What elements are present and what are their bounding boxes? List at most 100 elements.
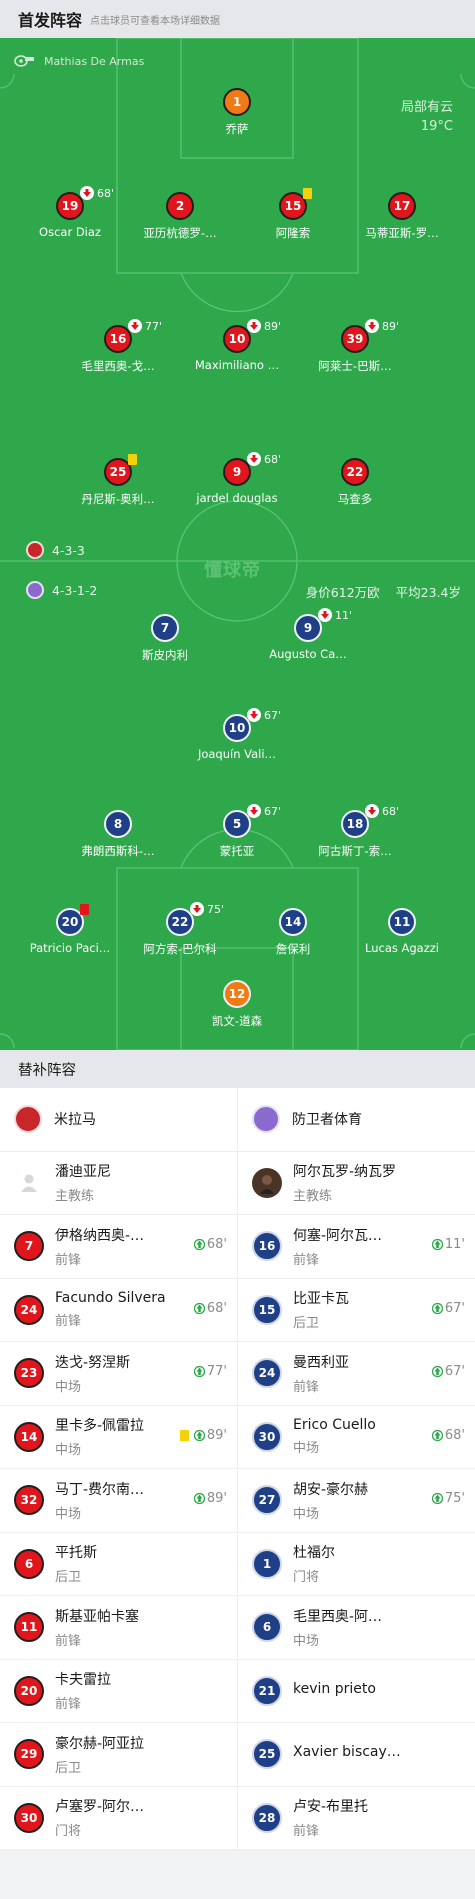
bench-row: 29 豪尔赫-阿亚拉 后卫 25 Xavier biscay… [0, 1723, 475, 1787]
sub-out-icon [247, 319, 261, 333]
sub-out-icon [247, 452, 261, 466]
player-position: 前锋 [293, 1379, 320, 1395]
away-player[interactable]: 10 67' Joaquín Vali… [172, 708, 302, 761]
bench-row: 32 马丁-费尔南… 中场 89' 27 胡安-豪尔赫 中场 75' [0, 1469, 475, 1533]
home-sub-player[interactable]: 24 Facundo Silvera 前锋 68' [0, 1279, 237, 1342]
player-name: 乔萨 [225, 122, 249, 136]
player-number: 6 [14, 1548, 44, 1579]
player-position: 前锋 [55, 1314, 82, 1330]
home-sub-player[interactable]: 14 里卡多-佩雷拉 中场 89' [0, 1406, 237, 1469]
player-name: 马蒂亚斯-罗… [365, 226, 439, 240]
player-name: Lucas Agazzi [365, 941, 439, 955]
player-number: 10 89' [223, 319, 281, 353]
player-name: 迭戈-努涅斯 [55, 1354, 131, 1371]
away-team-header[interactable]: 防卫者体育 [237, 1088, 475, 1151]
away-sub-player[interactable]: 16 何塞-阿尔瓦… 前锋 11' [237, 1215, 475, 1278]
home-player[interactable]: 22 马查多 [290, 458, 420, 507]
player-number: 5 67' [223, 804, 281, 838]
away-sub-player[interactable]: 6 毛里西奥-阿… 中场 [237, 1596, 475, 1659]
away-player[interactable]: 9 11' Augusto Ca… [243, 608, 373, 661]
home-sub-player[interactable]: 29 豪尔赫-阿亚拉 后卫 [0, 1723, 237, 1786]
away-team-stats: 身价612万欧 平均23.4岁 [290, 582, 461, 601]
player-name: 豪尔赫-阿亚拉 [55, 1735, 145, 1752]
away-sub-player[interactable]: 15 比亚卡瓦 后卫 67' [237, 1278, 475, 1341]
away-player[interactable]: 22 75' 阿方索-巴尔科 [115, 902, 245, 957]
away-team-age: 平均23.4岁 [395, 585, 461, 600]
away-sub-player[interactable]: 25 Xavier biscay… [237, 1723, 475, 1786]
sub-in-event: 89' [179, 1428, 227, 1443]
away-sub-player[interactable]: 21 kevin prieto [237, 1659, 475, 1722]
sub-in-icon [193, 1302, 205, 1314]
player-number: 15 [252, 1294, 282, 1325]
away-sub-player[interactable]: 27 胡安-豪尔赫 中场 75' [237, 1469, 475, 1532]
sub-indicator: 67' [247, 708, 281, 722]
home-player[interactable]: 16 77' 毛里西奥-戈… [53, 319, 183, 374]
player-position: 前锋 [55, 1252, 82, 1268]
home-coach[interactable]: 潘迪亚尼 主教练 [0, 1152, 237, 1215]
player-name: 毛里西奥-戈… [81, 359, 155, 373]
player-name: 毛里西奥-阿… [293, 1608, 383, 1625]
away-player[interactable]: 8 弗朗西斯科-… [53, 810, 183, 859]
home-player[interactable]: 17 马蒂亚斯-罗… [337, 192, 467, 241]
away-coach[interactable]: 阿尔瓦罗-纳瓦罗 主教练 [237, 1151, 475, 1214]
sub-in-icon [431, 1238, 443, 1251]
sub-out-icon [365, 804, 379, 818]
home-sub-player[interactable]: 11 斯基亚帕卡塞 前锋 [0, 1596, 237, 1659]
away-player[interactable]: 5 67' 蒙托亚 [172, 804, 302, 859]
away-player[interactable]: 7 斯皮内利 [100, 614, 230, 663]
home-player[interactable]: 10 89' Maximiliano … [172, 319, 302, 372]
player-name: 蒙托亚 [219, 844, 255, 858]
sub-in-event: 11' [431, 1237, 465, 1252]
home-sub-player[interactable]: 32 马丁-费尔南… 中场 89' [0, 1469, 237, 1532]
away-player[interactable]: 12 凯文-道森 [172, 980, 302, 1029]
away-team-name: 防卫者体育 [292, 1112, 362, 1129]
away-sub-player[interactable]: 30 Erico Cuello 中场 68' [237, 1405, 475, 1468]
home-crest-icon [14, 1105, 42, 1134]
sub-indicator: 67' [247, 804, 281, 818]
sub-indicator: 11' [318, 608, 352, 622]
home-player[interactable]: 9 68' jardel douglas [172, 452, 302, 505]
player-number: 30 [252, 1421, 282, 1452]
weather: 局部有云 19°C [401, 98, 453, 136]
away-sub-player[interactable]: 24 曼西利亚 前锋 67' [237, 1342, 475, 1405]
home-player[interactable]: 39 89' 阿莱士-巴斯… [290, 319, 420, 374]
bench-row: 20 卡夫雷拉 前锋 21 kevin prieto [0, 1659, 475, 1723]
home-sub-player[interactable]: 6 平托斯 后卫 [0, 1533, 237, 1596]
sub-in-icon [431, 1302, 443, 1314]
home-sub-player[interactable]: 23 迭戈-努涅斯 中场 77' [0, 1342, 237, 1405]
player-position: 中场 [293, 1633, 320, 1649]
away-sub-player[interactable]: 28 卢安-布里托 前锋 [237, 1786, 475, 1849]
red-card-icon [80, 904, 89, 915]
home-player[interactable]: 2 亚历杭德罗-… [115, 192, 245, 241]
home-sub-player[interactable]: 20 卡夫雷拉 前锋 [0, 1660, 237, 1723]
player-number: 9 11' [294, 608, 352, 642]
away-sub-player[interactable]: 1 杜福尔门将 [237, 1532, 475, 1595]
sub-indicator: 68' [80, 186, 114, 200]
player-name: 杜福尔 [293, 1545, 335, 1562]
home-player[interactable]: 25 丹尼斯-奥利… [53, 454, 183, 507]
player-position: 门将 [55, 1824, 82, 1840]
player-name: 平托斯 [55, 1545, 97, 1562]
bench: 米拉马 防卫者体育 潘迪亚尼 主教练 阿尔瓦罗-纳瓦罗 主教练 7 伊格纳西奥-… 前锋… [0, 1088, 475, 1850]
home-player[interactable]: 1 乔萨 [172, 88, 302, 137]
sub-in-icon [193, 1429, 205, 1441]
sub-in-icon [431, 1429, 443, 1441]
bench-row: 11 斯基亚帕卡塞 前锋 6 毛里西奥-阿… 中场 [0, 1596, 475, 1660]
player-number: 1 [252, 1548, 282, 1579]
player-number: 24 [252, 1358, 282, 1389]
player-number: 6 [252, 1612, 282, 1643]
coach-row: 潘迪亚尼 主教练 阿尔瓦罗-纳瓦罗 主教练 [0, 1151, 475, 1215]
player-position: 门将 [293, 1570, 320, 1586]
away-player[interactable]: 18 68' 阿古斯丁-索… [290, 804, 420, 859]
player-position: 中场 [55, 1443, 82, 1459]
sub-out-icon [365, 319, 379, 333]
player-name: 里卡多-佩雷拉 [55, 1418, 145, 1435]
home-sub-player[interactable]: 7 伊格纳西奥-… 前锋 68' [0, 1215, 237, 1278]
player-number: 8 [104, 810, 132, 838]
away-player[interactable]: 11 Lucas Agazzi [337, 908, 467, 955]
player-number: 7 [14, 1231, 44, 1262]
bench-row: 30 卢塞罗-阿尔… 门将 28 卢安-布里托 前锋 [0, 1786, 475, 1850]
home-team-header[interactable]: 米拉马 [0, 1088, 237, 1151]
player-number: 7 [151, 614, 179, 642]
home-sub-player[interactable]: 30 卢塞罗-阿尔… 门将 [0, 1787, 237, 1850]
